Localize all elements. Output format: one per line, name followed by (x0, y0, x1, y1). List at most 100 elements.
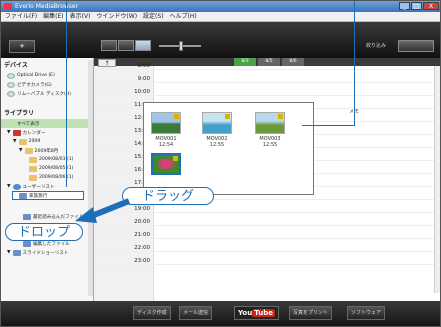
up-button[interactable]: ↑ (98, 59, 116, 67)
window-title: Everio MediaBrowser (15, 3, 79, 10)
clip-time: 12:54 (158, 142, 174, 148)
menu-settings[interactable]: 設定(S) (143, 12, 164, 21)
rating-star-icon (278, 114, 283, 119)
smart-item-slideshow[interactable]: ▼ スライドショーリスト (1, 248, 93, 257)
create-disc-button[interactable]: ディスク作成 (133, 306, 171, 320)
view-mode-group (101, 40, 151, 51)
device-optical-drive[interactable]: Optical Drive (E) (1, 71, 93, 80)
close-button[interactable]: X (423, 2, 439, 10)
add-button[interactable]: + (9, 40, 35, 53)
sidebar-scrollbar[interactable] (88, 60, 93, 296)
folder-icon (29, 174, 37, 181)
hour-label: 8:00 (137, 63, 150, 69)
clip-time: 12:55 (209, 142, 225, 148)
clip-group-panel: MOV001 12:54 MOV002 12:55 MOV003 12:55 (143, 102, 314, 195)
expand-arrow-icon: ▼ (7, 184, 11, 189)
rating-star-icon (173, 156, 178, 161)
expand-arrow-icon: ▼ (7, 130, 11, 135)
sidebar-item-user-list[interactable]: ▼ ユーザーリスト (1, 182, 93, 191)
device-camera[interactable]: ビデオカメラ(G) (1, 80, 93, 89)
sidebar-item-calendar[interactable]: ▼ カレンダー (1, 128, 93, 137)
menu-file[interactable]: ファイル(F) (5, 12, 37, 21)
youtube-logo: Tube (252, 309, 275, 317)
callout-leader (66, 1, 67, 187)
hour-row: 20:00 (94, 218, 434, 226)
slideshow-icon (12, 249, 21, 256)
expand-arrow-icon: ▼ (13, 139, 17, 144)
expand-arrow-icon: ▼ (7, 250, 11, 255)
youtube-upload-button[interactable]: You Tube (234, 306, 279, 320)
clip-thumbnail[interactable] (255, 112, 285, 134)
clip-thumbnail[interactable] (151, 112, 181, 134)
view-list-button[interactable] (101, 40, 117, 51)
filter-button[interactable] (398, 40, 434, 52)
folder-icon (29, 165, 37, 172)
clip-thumbnail-selected[interactable] (151, 153, 181, 175)
hour-row: 9:00 (94, 75, 434, 83)
software-button[interactable]: ソフトウェア (347, 306, 386, 320)
callout-leader (302, 125, 355, 126)
view-calendar-button[interactable] (135, 40, 151, 51)
smart-list-icon (23, 240, 31, 247)
disk-icon (7, 90, 15, 97)
hour-row: 22:00 (94, 244, 434, 252)
sidebar-item-month[interactable]: ▼ 2009年8月 (1, 146, 93, 155)
disc-icon (7, 72, 15, 79)
window-controls: _ □ X (399, 2, 439, 11)
print-photo-button[interactable]: 写真をプリント (289, 306, 333, 320)
camera-icon (7, 81, 15, 88)
filter-label: 絞り込み (365, 43, 386, 49)
bottom-toolbar: ディスク作成 メール送信 You Tube 写真をプリント ソフトウェア (1, 301, 440, 326)
callout-leader (354, 1, 355, 125)
hour-label: 23:00 (134, 258, 150, 264)
zoom-slider-handle[interactable] (179, 41, 183, 51)
sidebar-item-year[interactable]: ▼ 2009 (1, 137, 93, 146)
hour-label: 22:00 (134, 245, 150, 251)
hour-label: 9:00 (137, 76, 150, 82)
sidebar-item-day[interactable]: 2009/08/03 (1) (1, 155, 93, 164)
folder-icon (29, 156, 37, 163)
sidebar-item-day[interactable]: 2009/08/06 (1) (1, 173, 93, 182)
expand-arrow-icon: ▼ (19, 148, 23, 153)
main-scrollbar[interactable] (434, 66, 440, 293)
folder-icon (18, 138, 27, 145)
rating-star-icon (174, 114, 179, 119)
device-removable-disk[interactable]: リムーバブル ディスク(H) (1, 89, 93, 98)
menu-edit[interactable]: 編集(E) (43, 12, 63, 21)
app-window: Everio MediaBrowser _ □ X ファイル(F) 編集(E) … (0, 0, 441, 327)
smart-list-icon (23, 213, 31, 220)
maximize-button[interactable]: □ (411, 2, 422, 10)
hour-label: 10:00 (134, 89, 150, 95)
user-list-icon (12, 183, 21, 190)
drag-callout: ドラッグ (122, 187, 214, 205)
folder-icon (24, 147, 33, 154)
list-icon (19, 192, 27, 199)
hour-label: 21:00 (134, 232, 150, 238)
sidebar-item-day[interactable]: 2009/08/05 (1) (1, 164, 93, 173)
drag-arrow-icon (75, 198, 131, 223)
menu-view[interactable]: 表示(V) (70, 12, 91, 21)
sidebar: デバイス Optical Drive (E) ビデオカメラ(G) リムーバブル … (1, 58, 94, 301)
rating-star-icon (225, 114, 230, 119)
toolbar: + 絞り込み (1, 22, 440, 58)
hour-row: 23:00 (94, 257, 434, 265)
title-bar: Everio MediaBrowser _ □ X (1, 1, 440, 12)
clip-thumbnail[interactable] (202, 112, 232, 134)
menu-help[interactable]: ヘルプ(H) (170, 12, 197, 21)
clip-time: 12:55 (262, 142, 278, 148)
app-icon (4, 3, 12, 10)
minimize-button[interactable]: _ (399, 2, 410, 10)
hour-row: 10:00 (94, 88, 434, 96)
menu-window[interactable]: ウインドウ(W) (96, 12, 137, 21)
email-button[interactable]: メール送信 (179, 306, 213, 320)
sidebar-item-all[interactable]: すべて表示 (1, 119, 93, 128)
hour-row: 19:00 (94, 205, 434, 213)
hour-row: 21:00 (94, 231, 434, 239)
hour-row: 8:00 (94, 62, 434, 70)
devices-title: デバイス (4, 62, 28, 69)
calendar-icon (12, 129, 21, 136)
main-pane: 8/3 8/5 8/6 ↑ 8:009:0010:0011:0012:0013:… (94, 58, 440, 301)
view-thumb-button[interactable] (118, 40, 134, 51)
menu-bar: ファイル(F) 編集(E) 表示(V) ウインドウ(W) 設定(S) ヘルプ(H… (1, 12, 440, 22)
library-title: ライブラリ (4, 110, 35, 117)
